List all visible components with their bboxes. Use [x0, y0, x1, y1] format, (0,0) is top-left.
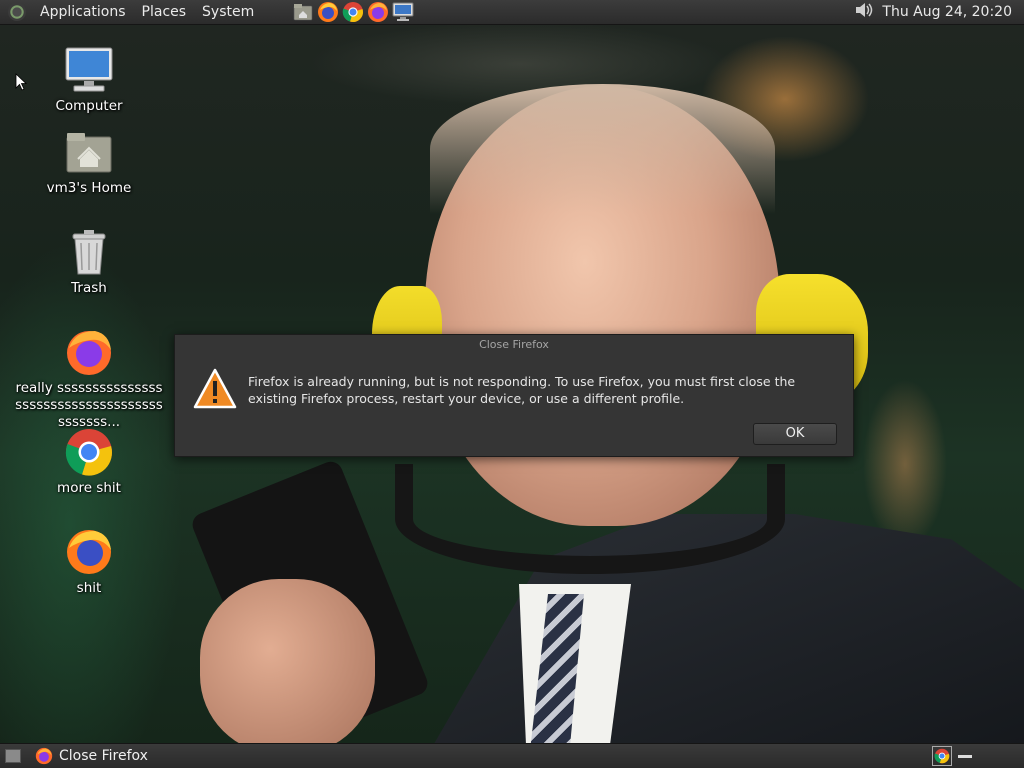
desktop-icon-really[interactable]: really sssssssssssssssssssssssssssssssss…	[14, 326, 164, 431]
bottom-tray	[932, 746, 1024, 766]
desktop-icon-trash[interactable]: Trash	[14, 226, 164, 297]
trash-icon	[63, 226, 115, 278]
desktop-icon-label: vm3's Home	[46, 180, 132, 196]
firefox-icon[interactable]	[317, 1, 339, 23]
chrome-icon	[63, 426, 115, 478]
dialog-message: Firefox is already running, but is not r…	[248, 374, 796, 406]
chrome-icon[interactable]	[342, 1, 364, 23]
bottom-panel: Close Firefox	[0, 743, 1024, 768]
clock[interactable]: Thu Aug 24, 20:20	[882, 4, 1012, 20]
chrome-icon[interactable]	[932, 746, 952, 766]
menu-system[interactable]: System	[194, 4, 262, 20]
menu-applications[interactable]: Applications	[32, 4, 134, 20]
desktop-icon-computer[interactable]: Computer	[14, 44, 164, 115]
desktop-icon-label: really sssssssssssssssssssssssssssssssss…	[15, 380, 163, 430]
top-panel: Applications Places System Thu Aug 24, 2…	[0, 0, 1024, 25]
desktop-icon-label: shit	[76, 580, 102, 596]
desktop-icon-label: Computer	[55, 98, 123, 114]
firefox-icon	[35, 747, 53, 765]
dialog-title: Close Firefox	[479, 338, 549, 351]
home-folder-icon	[63, 126, 115, 178]
warning-icon	[193, 367, 237, 411]
desktop-icon-label: more shit	[57, 480, 121, 496]
taskbar-item-label: Close Firefox	[59, 748, 148, 764]
firefox-icon	[63, 526, 115, 578]
launcher-bar	[292, 1, 414, 23]
ok-button[interactable]: OK	[753, 423, 837, 445]
firefox-icon	[63, 326, 115, 378]
desktop-icon-shit[interactable]: shit	[14, 526, 164, 597]
desktop-icon-home[interactable]: vm3's Home	[14, 126, 164, 197]
desktop-icon-label: Trash	[71, 280, 107, 296]
wallpaper-hand	[200, 579, 375, 754]
wallpaper-hair	[430, 84, 775, 214]
main-menu-logo-icon[interactable]	[8, 3, 26, 21]
home-folder-icon[interactable]	[292, 1, 314, 23]
firefox-icon[interactable]	[367, 1, 389, 23]
taskbar-item-close-firefox[interactable]: Close Firefox	[27, 745, 156, 767]
show-desktop-icon[interactable]	[5, 749, 21, 763]
menu-places[interactable]: Places	[134, 4, 195, 20]
desktop-icon-more-shit[interactable]: more shit	[14, 426, 164, 497]
monitor-icon[interactable]	[392, 1, 414, 23]
close-firefox-dialog: Close Firefox Firefox is already running…	[174, 334, 854, 457]
minimized-window-icon[interactable]	[958, 754, 972, 758]
speaker-icon[interactable]	[854, 1, 874, 23]
mouse-cursor-icon	[15, 73, 27, 91]
top-tray: Thu Aug 24, 20:20	[854, 1, 1024, 23]
computer-icon	[63, 44, 115, 96]
